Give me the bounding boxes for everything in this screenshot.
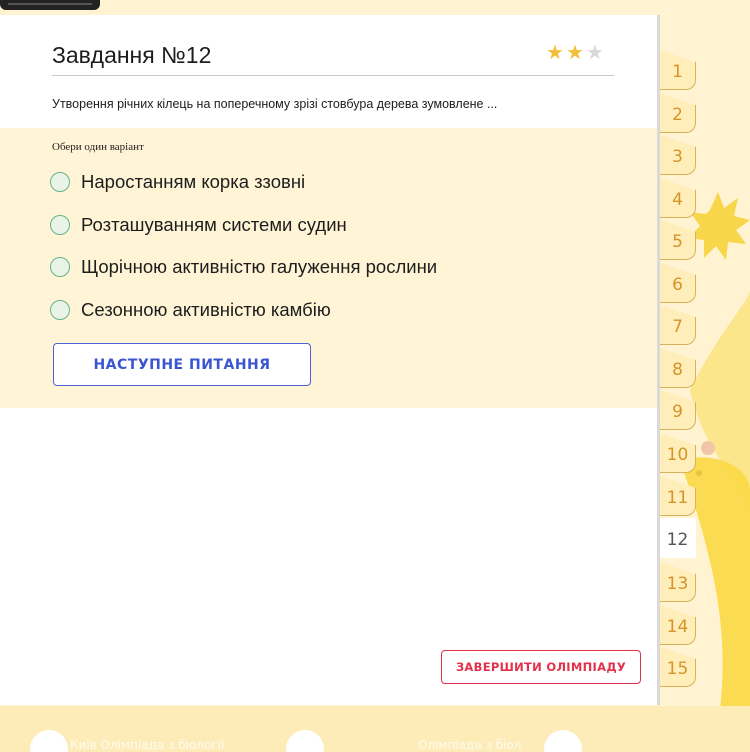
- tab-question-1[interactable]: 1: [660, 50, 696, 90]
- answer-option[interactable]: Наростанням корка ззовні: [50, 171, 305, 193]
- tab-question-15[interactable]: 15: [660, 647, 696, 687]
- radio-button[interactable]: [50, 300, 70, 320]
- question-tabs: 1 2 3 4 5 6 7 8 9 10 11 12 13 14 15: [660, 50, 750, 700]
- choose-hint: Обери один варіант: [52, 141, 144, 153]
- tab-question-8[interactable]: 8: [660, 348, 696, 388]
- next-question-button[interactable]: НАСТУПНЕ ПИТАННЯ: [53, 343, 311, 386]
- answer-label: Щорічною активністю галуження рослини: [81, 256, 438, 277]
- tab-question-5[interactable]: 5: [660, 220, 696, 260]
- answer-label: Сезонною активністю камбію: [81, 299, 331, 320]
- title-divider: [52, 75, 614, 76]
- finish-olympiad-button[interactable]: ЗАВЕРШИТИ ОЛІМПІАДУ: [441, 650, 641, 684]
- tab-question-11[interactable]: 11: [660, 476, 696, 516]
- tab-question-9[interactable]: 9: [660, 390, 696, 430]
- tab-question-6[interactable]: 6: [660, 263, 696, 303]
- star-filled-icon: ★: [546, 40, 564, 64]
- tab-question-14[interactable]: 14: [660, 605, 696, 645]
- task-title: Завдання №12: [52, 42, 212, 68]
- difficulty-rating: ★ ★ ★: [546, 41, 604, 63]
- answer-option[interactable]: Розташуванням системи судин: [50, 214, 347, 236]
- answer-label: Наростанням корка ззовні: [81, 171, 306, 192]
- footer-text-right: Олімпіада з біол: [418, 738, 522, 752]
- tab-question-3[interactable]: 3: [660, 135, 696, 175]
- radio-button[interactable]: [50, 257, 70, 277]
- tab-question-2[interactable]: 2: [660, 93, 696, 133]
- answer-label: Розташуванням системи судин: [81, 214, 347, 235]
- star-filled-icon: ★: [565, 40, 584, 64]
- tab-question-7[interactable]: 7: [660, 305, 696, 345]
- question-text: Утворення річних кілець на поперечному з…: [52, 97, 498, 111]
- device-notch: [0, 0, 100, 10]
- tab-question-4[interactable]: 4: [660, 178, 696, 218]
- tab-question-12[interactable]: 12: [660, 518, 696, 558]
- star-empty-icon: ★: [585, 40, 604, 64]
- footer-text-left: Київ Олімпіада з біології: [70, 738, 225, 752]
- answer-option[interactable]: Щорічною активністю галуження рослини: [50, 256, 437, 278]
- radio-button[interactable]: [50, 215, 70, 235]
- answer-option[interactable]: Сезонною активністю камбію: [50, 299, 331, 321]
- tab-question-10[interactable]: 10: [660, 433, 696, 473]
- radio-button[interactable]: [50, 172, 70, 192]
- tab-question-13[interactable]: 13: [660, 562, 696, 602]
